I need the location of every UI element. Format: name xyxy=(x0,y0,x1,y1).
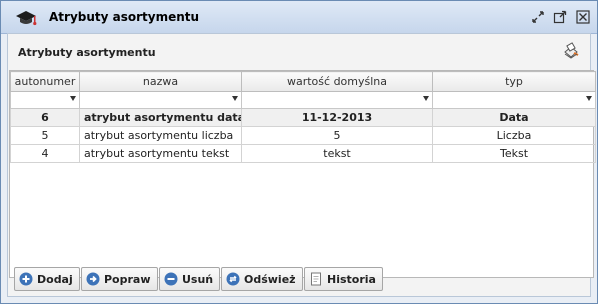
cell-typ: Tekst xyxy=(432,144,596,163)
arrow-circle-icon xyxy=(86,272,100,286)
refresh-icon xyxy=(226,272,240,286)
window-title: Atrybuty asortymentu xyxy=(49,10,200,24)
column-header-typ[interactable]: typ xyxy=(432,71,596,92)
filter-autonumer[interactable] xyxy=(10,91,80,109)
cell-autonumer: 4 xyxy=(10,144,80,163)
chevron-down-icon[interactable] xyxy=(232,96,238,101)
add-button[interactable]: Dodaj xyxy=(14,267,80,291)
chevron-down-icon[interactable] xyxy=(423,96,429,101)
refresh-button-label: Odśwież xyxy=(244,272,296,286)
edit-button[interactable]: Popraw xyxy=(81,267,158,291)
content-panel: Atrybuty asortymentu autonumer nazwa war… xyxy=(7,33,596,297)
table-row[interactable]: 6 atrybut asortymentu data 11-12-2013 Da… xyxy=(10,108,596,127)
cell-autonumer: 5 xyxy=(10,126,80,145)
cell-typ: Data xyxy=(432,108,596,127)
filter-row xyxy=(10,91,596,109)
filter-typ[interactable] xyxy=(432,91,596,109)
panel-title: Atrybuty asortymentu xyxy=(18,46,156,59)
title-bar[interactable]: Atrybuty asortymentu xyxy=(1,1,597,34)
history-button[interactable]: Historia xyxy=(304,267,383,291)
cell-nazwa: atrybut asortymentu liczba xyxy=(79,126,242,145)
history-button-label: Historia xyxy=(327,272,376,286)
column-header-wartosc-domyslna[interactable]: wartość domyślna xyxy=(241,71,433,92)
print-icon[interactable] xyxy=(562,42,580,60)
refresh-button[interactable]: Odśwież xyxy=(221,267,303,291)
table-row[interactable]: 5 atrybut asortymentu liczba 5 Liczba xyxy=(10,126,596,145)
cell-typ: Liczba xyxy=(432,126,596,145)
chevron-down-icon[interactable] xyxy=(70,96,76,101)
restore-icon[interactable] xyxy=(531,10,545,24)
add-button-label: Dodaj xyxy=(37,272,73,286)
attributes-table: autonumer nazwa wartość domyślna typ 6 a… xyxy=(9,70,596,278)
cell-wartosc: 5 xyxy=(241,126,433,145)
filter-wartosc-domyslna[interactable] xyxy=(241,91,433,109)
cell-wartosc: 11-12-2013 xyxy=(241,108,433,127)
close-icon[interactable] xyxy=(576,10,590,24)
delete-button-label: Usuń xyxy=(182,272,214,286)
app-window: Atrybuty asortymentu Atrybuty asortyment… xyxy=(0,0,598,304)
cell-wartosc: tekst xyxy=(241,144,433,163)
plus-circle-icon xyxy=(19,272,33,286)
filter-nazwa[interactable] xyxy=(79,91,242,109)
header-row: autonumer nazwa wartość domyślna typ xyxy=(10,71,596,92)
delete-button[interactable]: Usuń xyxy=(159,267,221,291)
column-header-autonumer[interactable]: autonumer xyxy=(10,71,80,92)
cell-nazwa: atrybut asortymentu data xyxy=(79,108,242,127)
edit-button-label: Popraw xyxy=(104,272,151,286)
graduation-cap-icon xyxy=(16,11,37,26)
minus-circle-icon xyxy=(164,272,178,286)
column-header-nazwa[interactable]: nazwa xyxy=(79,71,242,92)
maximize-icon[interactable] xyxy=(553,10,567,24)
cell-autonumer: 6 xyxy=(10,108,80,127)
chevron-down-icon[interactable] xyxy=(586,96,592,101)
table-row[interactable]: 4 atrybut asortymentu tekst tekst Tekst xyxy=(10,144,596,163)
document-icon xyxy=(311,272,321,286)
cell-nazwa: atrybut asortymentu tekst xyxy=(79,144,242,163)
